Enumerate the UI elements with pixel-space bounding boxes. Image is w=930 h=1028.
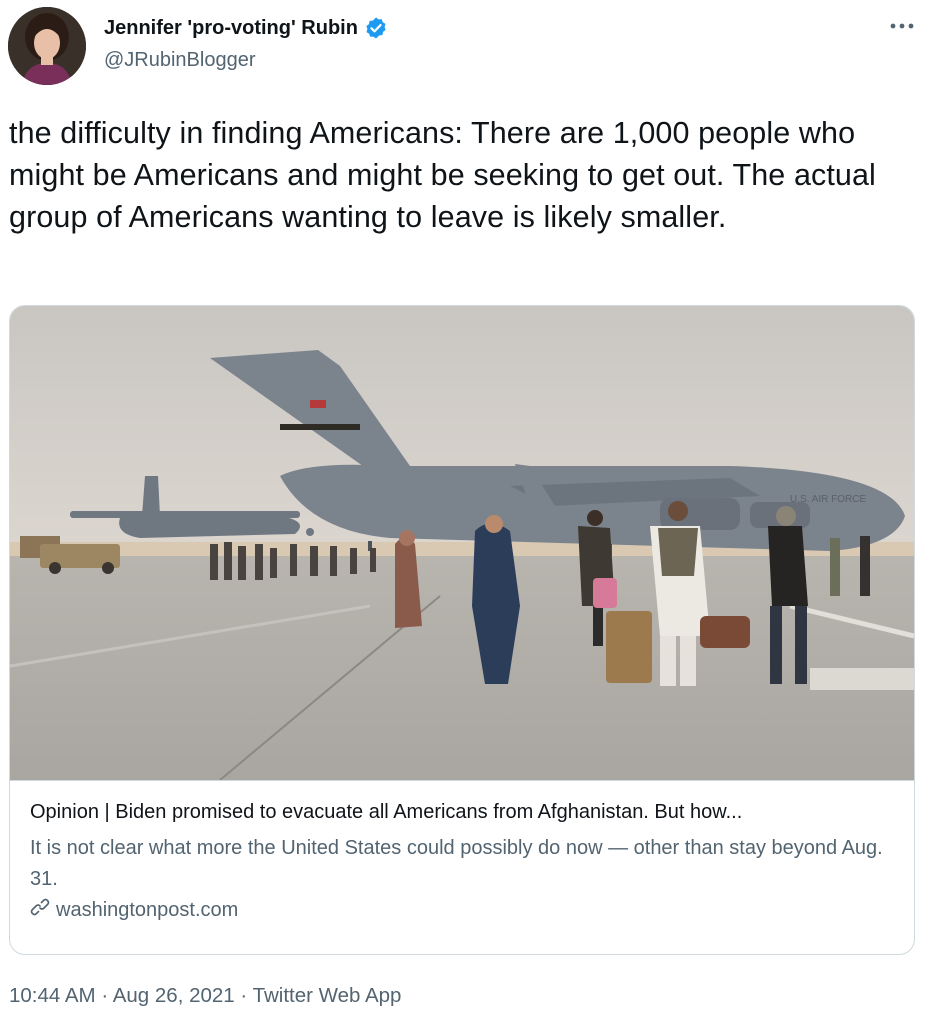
- link-icon: [30, 897, 50, 923]
- avatar-image: [8, 7, 86, 85]
- author-name[interactable]: Jennifer 'pro-voting' Rubin: [104, 17, 358, 40]
- card-body[interactable]: Opinion | Biden promised to evacuate all…: [30, 798, 900, 923]
- more-options-icon[interactable]: [888, 16, 916, 36]
- tweet-date[interactable]: Aug 26, 2021: [113, 984, 235, 1007]
- card-title[interactable]: Opinion | Biden promised to evacuate all…: [30, 798, 900, 826]
- avatar[interactable]: [8, 7, 86, 85]
- separator: ·: [240, 984, 248, 1007]
- verified-badge-icon: [364, 16, 388, 40]
- card-description: It is not clear what more the United Sta…: [30, 837, 883, 890]
- author-handle[interactable]: @JRubinBlogger: [104, 49, 256, 72]
- separator: ·: [101, 984, 109, 1007]
- card-domain-row[interactable]: washingtonpost.com: [30, 897, 900, 923]
- tweet-metadata: 10:44 AM · Aug 26, 2021 · Twitter Web Ap…: [9, 984, 401, 1008]
- tweet-source[interactable]: Twitter Web App: [253, 984, 402, 1007]
- aircraft-markings: U.S. AIR FORCE: [790, 494, 866, 505]
- author-name-row[interactable]: Jennifer 'pro-voting' Rubin: [104, 16, 388, 40]
- link-card[interactable]: U.S. AIR FORCE Opinion | Biden promised …: [9, 305, 915, 955]
- tweet-time[interactable]: 10:44 AM: [9, 984, 96, 1007]
- card-domain[interactable]: washingtonpost.com: [56, 899, 238, 922]
- tweet-text: the difficulty in finding Americans: The…: [9, 116, 876, 234]
- card-image[interactable]: U.S. AIR FORCE: [10, 306, 914, 781]
